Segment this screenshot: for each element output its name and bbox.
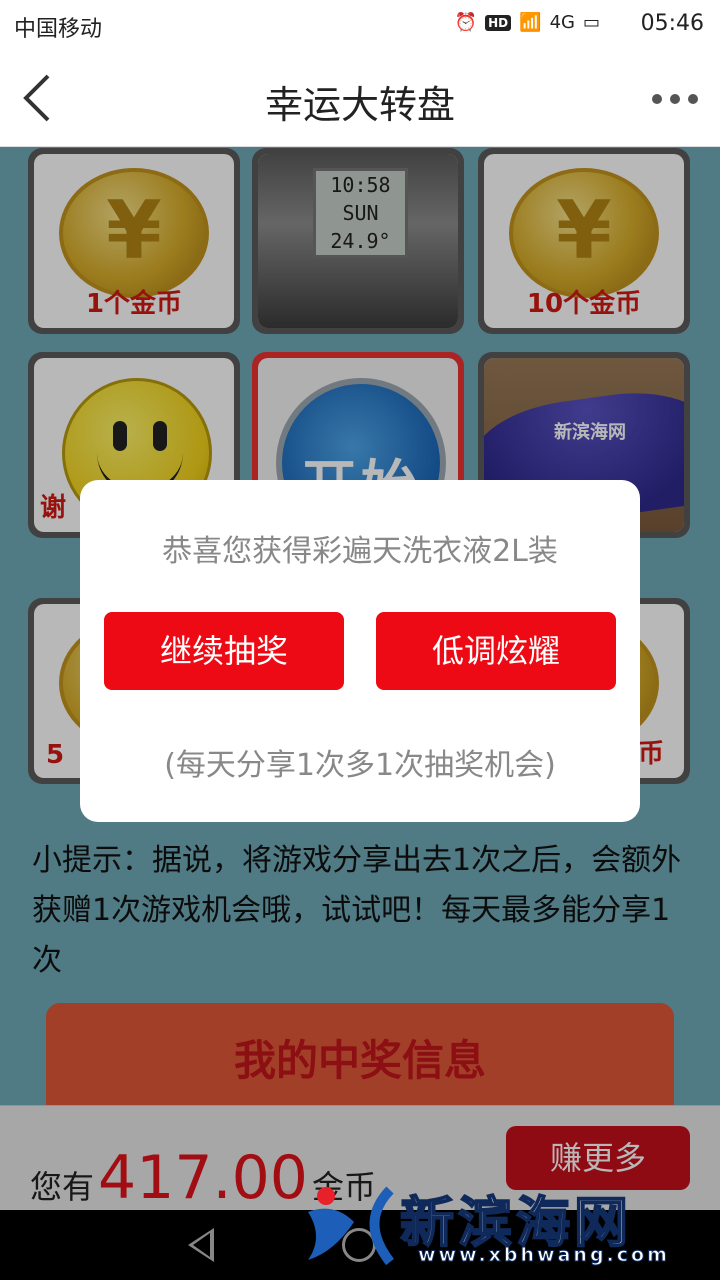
site-watermark: 新滨海网 www.xbhwang.com xyxy=(300,1170,720,1275)
share-show-off-button[interactable]: 低调炫耀 xyxy=(376,612,616,690)
status-icons: ⏰ HD 📶 4G ▭ xyxy=(455,12,600,33)
hd-icon: HD xyxy=(485,14,512,31)
battery-icon: ▭ xyxy=(582,12,600,33)
page-title: 幸运大转盘 xyxy=(264,83,455,127)
signal-icon: 4G xyxy=(549,12,575,33)
carrier-name: 中国移动 xyxy=(14,17,103,42)
dialog-note: (每天分享1次多1次抽奖机会) xyxy=(164,748,556,783)
dialog-message: 恭喜您获得彩遍天洗衣液2L装 xyxy=(162,534,558,569)
more-options-icon[interactable] xyxy=(652,94,698,104)
wifi-icon: 📶 xyxy=(519,12,542,33)
prize-result-dialog: 恭喜您获得彩遍天洗衣液2L装 继续抽奖 低调炫耀 (每天分享1次多1次抽奖机会) xyxy=(80,480,640,822)
alarm-icon: ⏰ xyxy=(454,12,478,33)
status-time: 05:46 xyxy=(640,11,704,36)
watermark-url: www.xbhwang.com xyxy=(418,1244,670,1267)
status-bar: 中国移动 ⏰ HD 📶 4G ▭ 05:46 xyxy=(0,0,720,50)
nav-bar: 幸运大转盘 xyxy=(0,50,720,147)
continue-draw-button[interactable]: 继续抽奖 xyxy=(104,612,344,690)
watermark-logo-icon xyxy=(308,1186,394,1266)
